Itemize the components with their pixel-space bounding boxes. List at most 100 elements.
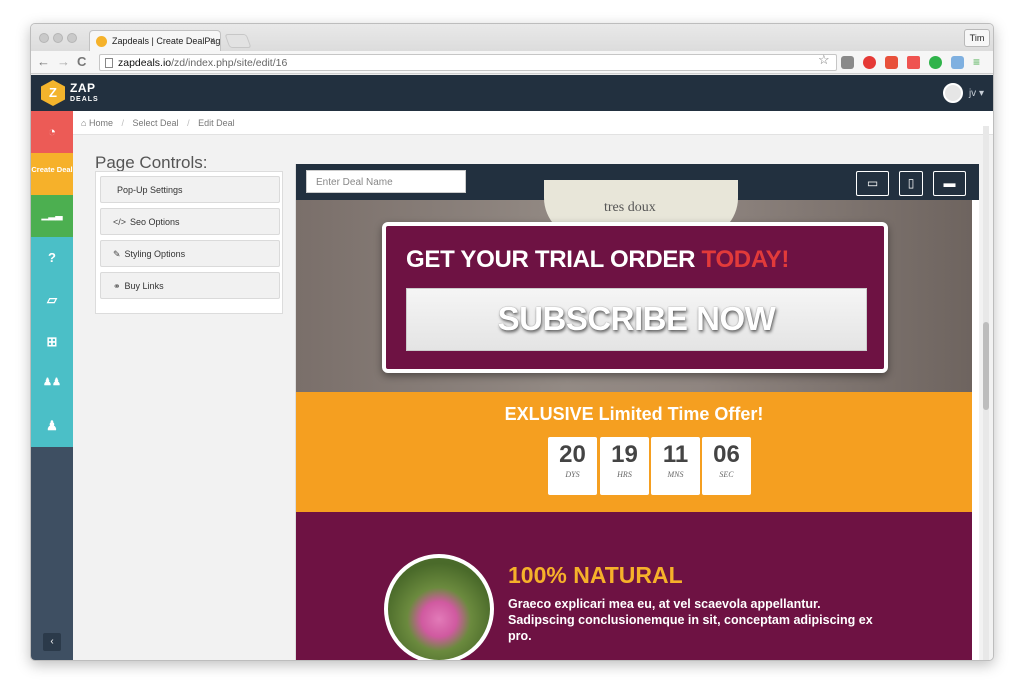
mobile-icon: ▯ [907, 176, 915, 190]
page-controls-title: Page Controls: [95, 153, 208, 172]
page-controls-panel: Pop-Up Settings </> Seo Options ✎ Styling … [95, 171, 283, 314]
countdown-seconds: 06 SEC [702, 437, 751, 495]
styling-options-label: Styling Options [124, 249, 186, 259]
book-icon: ▱ [47, 292, 57, 307]
desktop-icon: ▬ [943, 176, 956, 190]
feature-title: 100% NATURAL [508, 562, 683, 588]
styling-options-button[interactable]: ✎ Styling Options [100, 240, 280, 267]
deal-name-input[interactable]: Enter Deal Name [306, 170, 466, 193]
breadcrumb-select-deal[interactable]: Select Deal [133, 118, 179, 128]
sidebar-item-help[interactable]: ? [31, 237, 73, 279]
seo-options-button[interactable]: </> Seo Options [100, 208, 280, 235]
feature-text: Graeco explicari mea eu, at vel scaevola… [508, 597, 873, 643]
sidebar-item-dashboard[interactable]: ◔ [31, 111, 73, 153]
brand-bottom: DEALS [70, 96, 99, 103]
help-icon: ? [48, 250, 56, 265]
tab-bar: Zapdeals | Create DealPag × Tim [31, 24, 993, 51]
breadcrumb-home[interactable]: Home [89, 118, 113, 128]
breadcrumb-separator: / [121, 118, 124, 128]
stats-icon: ▁▂▃ [41, 210, 63, 220]
countdown-seconds-value: 06 [713, 441, 740, 468]
cta-box: GET YOUR TRIAL ORDER TODAY! SUBSCRIBE NO… [382, 222, 888, 373]
countdown-days: 20 DYS [548, 437, 597, 495]
url-path: /zd/index.php/site/edit/16 [171, 57, 288, 69]
reload-icon[interactable]: C [77, 54, 86, 70]
minimize-window-button[interactable] [53, 33, 63, 43]
browser-toolbar: ← → C zapdeals.io/zd/index.php/site/edit… [31, 51, 993, 74]
countdown-hours-value: 19 [611, 441, 638, 468]
collapse-sidebar-button[interactable]: ‹ [43, 633, 61, 651]
caret-down-icon: ▾ [978, 88, 984, 99]
breadcrumb: ⌂ Home / Select Deal / Edit Deal [73, 111, 993, 135]
laptop-icon: ▭ [866, 176, 879, 190]
back-icon[interactable]: ← [37, 54, 50, 70]
popup-settings-label: Pop-Up Settings [117, 185, 183, 195]
lotus-image [384, 554, 494, 660]
extension-badge-icon[interactable] [885, 56, 898, 69]
cta-headline-main: GET YOUR TRIAL ORDER [406, 246, 702, 273]
bookmark-star-icon[interactable]: ☆ [818, 52, 830, 68]
countdown-minutes-unit: MNS [667, 470, 684, 479]
browser-tab[interactable]: Zapdeals | Create DealPag × [89, 30, 221, 51]
gift-icon: ⊞ [46, 334, 58, 349]
brand-name: ZAP DEALS [70, 81, 99, 105]
forward-icon[interactable]: → [57, 54, 70, 70]
sidebar-item-stats[interactable]: ▁▂▃ [31, 195, 73, 237]
extension-tag-icon[interactable] [907, 56, 920, 69]
offer-section: EXLUSIVE Limited Time Offer! 20 DYS 19 H… [296, 392, 972, 512]
extension-grammarly-icon[interactable] [929, 56, 942, 69]
brand-top: ZAP [70, 81, 96, 95]
brush-icon: ✎ [113, 249, 121, 259]
countdown-seconds-unit: SEC [719, 470, 734, 479]
buy-links-button[interactable]: ⚭ Buy Links [100, 272, 280, 299]
buy-links-label: Buy Links [124, 281, 164, 291]
extension-opera-icon[interactable] [863, 56, 876, 69]
user-icon: ♟ [46, 418, 58, 433]
sidebar-item-book[interactable]: ▱ [31, 279, 73, 321]
avatar[interactable] [943, 83, 963, 103]
address-bar[interactable]: zapdeals.io/zd/index.php/site/edit/16 [99, 54, 837, 71]
bottle-label: tres doux [604, 200, 656, 215]
sidebar-item-users[interactable]: ♟♟ [31, 363, 73, 405]
sidebar: ◔ Create Deal ▁▂▃ ? ▱ ⊞ ♟♟ ♟ ‹ [31, 111, 73, 660]
extension-camera-icon[interactable] [951, 56, 964, 69]
laptop-view-button[interactable]: ▭ [856, 171, 889, 196]
new-tab-button[interactable] [224, 34, 252, 48]
zap-logo-icon[interactable]: Z [41, 80, 65, 106]
scrollbar-thumb[interactable] [983, 322, 989, 410]
close-tab-icon[interactable]: × [210, 35, 215, 45]
countdown-hours: 19 HRS [600, 437, 649, 495]
tab-title: Zapdeals | Create DealPag [112, 36, 221, 46]
browser-window: Zapdeals | Create DealPag × Tim ← → C za… [30, 23, 994, 661]
app-header: Z ZAP DEALS jv ▾ [31, 75, 993, 111]
code-icon: </> [113, 217, 127, 227]
subscribe-now-button[interactable]: SUBSCRIBE NOW [406, 288, 867, 351]
page-icon [105, 58, 113, 68]
countdown-hours-unit: HRS [617, 470, 632, 479]
dashboard-icon: ◔ [48, 124, 56, 139]
desktop-view-button[interactable]: ▬ [933, 171, 966, 196]
sidebar-item-gift[interactable]: ⊞ [31, 321, 73, 363]
create-deal-label: Create Deal [31, 165, 73, 174]
cta-headline-accent: TODAY! [701, 246, 790, 273]
cta-headline: GET YOUR TRIAL ORDER TODAY! [406, 246, 789, 274]
user-menu[interactable]: jv ▾ [969, 88, 984, 99]
profile-button[interactable]: Tim [964, 29, 990, 47]
home-icon: ⌂ [81, 118, 87, 128]
users-icon: ♟♟ [43, 377, 61, 388]
breadcrumb-edit-deal: Edit Deal [198, 118, 235, 128]
page-scrollbar[interactable] [983, 126, 989, 660]
main-content: ⌂ Home / Select Deal / Edit Deal Page Co… [73, 111, 993, 660]
extension-chart-icon[interactable] [841, 56, 854, 69]
zoom-window-button[interactable] [67, 33, 77, 43]
favicon-icon [96, 36, 107, 47]
popup-settings-button[interactable]: Pop-Up Settings [100, 176, 280, 203]
sidebar-item-create-deal[interactable]: Create Deal [31, 153, 73, 195]
menu-icon[interactable]: ≡ [973, 56, 986, 69]
close-window-button[interactable] [39, 33, 49, 43]
feature-section: 100% NATURAL Graeco explicari mea eu, at… [296, 512, 972, 660]
countdown-minutes-value: 11 [662, 441, 689, 468]
sidebar-item-user[interactable]: ♟ [31, 405, 73, 447]
mobile-view-button[interactable]: ▯ [899, 171, 923, 196]
deal-editor: Enter Deal Name ▭ ▯ ▬ tres doux GET YOUR… [295, 164, 979, 660]
